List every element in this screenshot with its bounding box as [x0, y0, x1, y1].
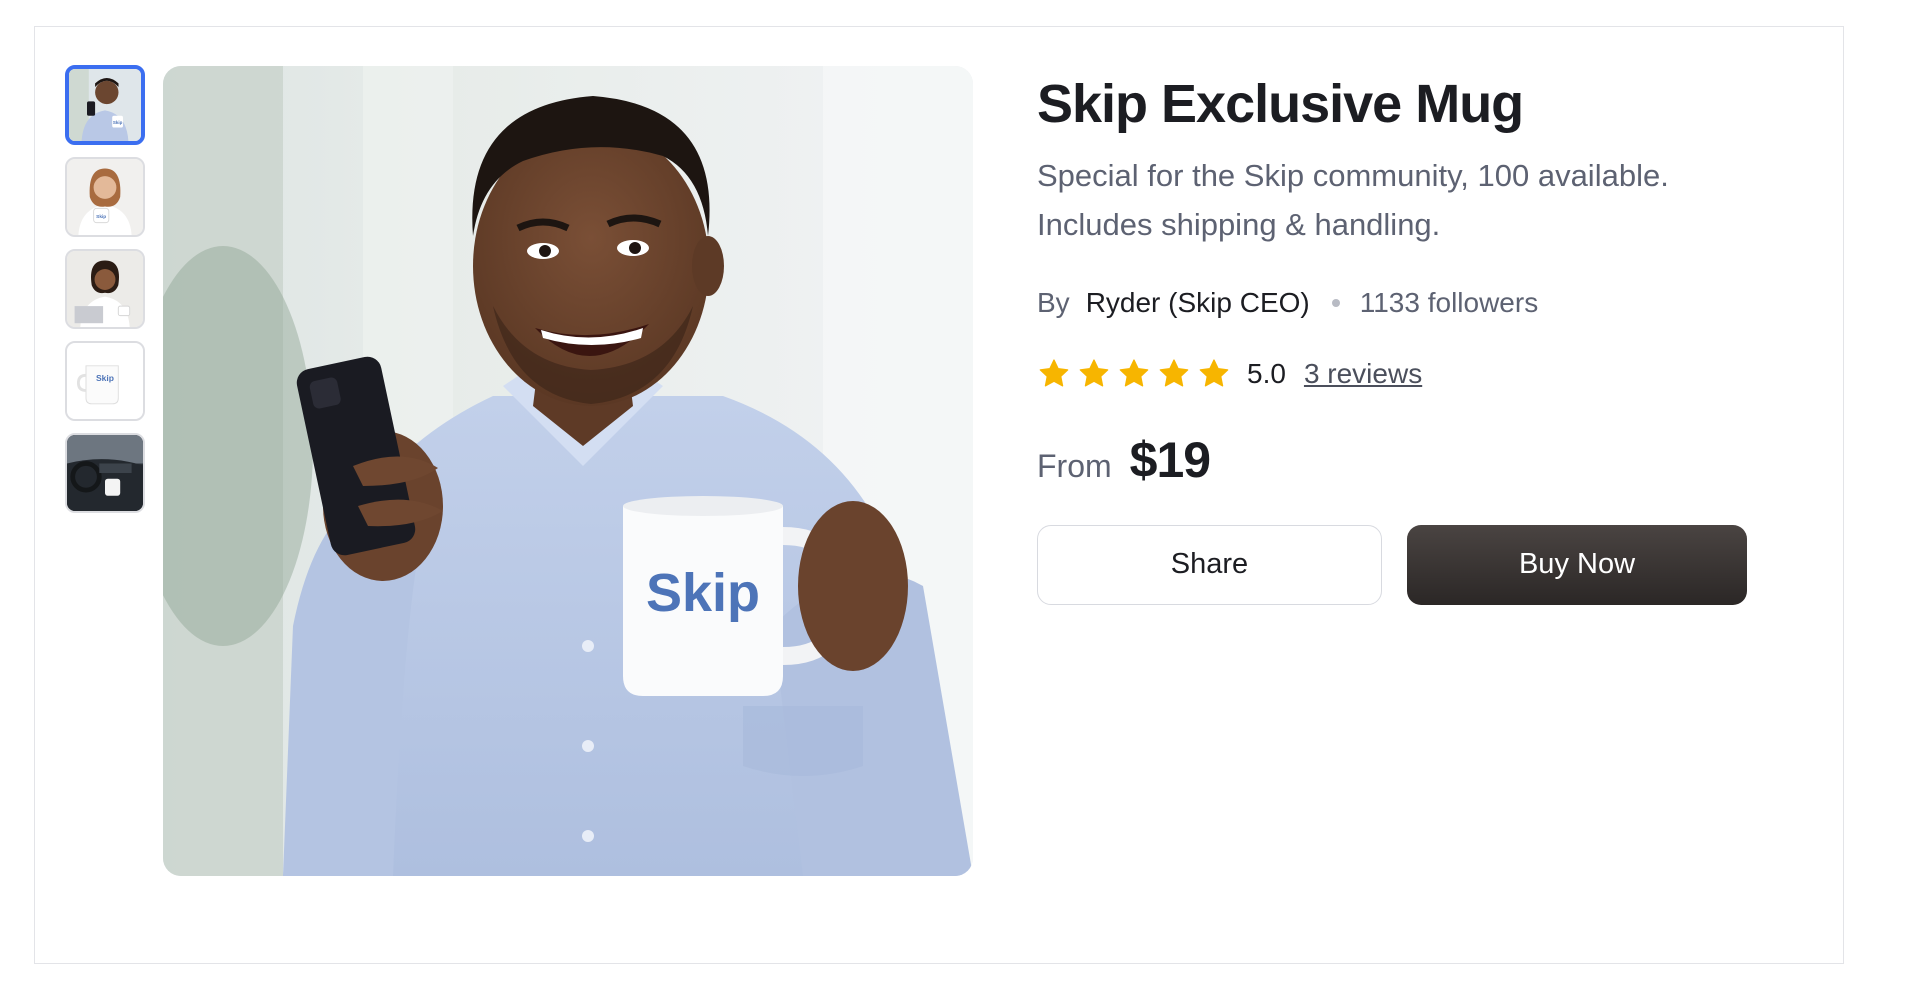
- price-amount: $19: [1129, 431, 1211, 488]
- share-button[interactable]: Share: [1037, 524, 1382, 605]
- separator-dot: [1331, 298, 1340, 307]
- thumbnail-gallery: Skip Skip Skip: [65, 65, 145, 513]
- product-info: Skip Exclusive Mug Special for the Skip …: [1037, 72, 1777, 605]
- product-title: Skip Exclusive Mug: [1037, 74, 1524, 134]
- thumb-mug-logo: Skip: [96, 373, 114, 383]
- thumbnail-4[interactable]: Skip: [65, 341, 145, 421]
- thumbnail-5-image: [67, 435, 143, 511]
- star-icon: [1037, 357, 1071, 391]
- seller-byline: By Ryder (Skip CEO) 1133 followers: [1037, 287, 1777, 319]
- price-prefix: From: [1037, 447, 1112, 484]
- thumb-mug-logo: Skip: [96, 214, 106, 220]
- thumbnail-2[interactable]: Skip: [65, 157, 145, 237]
- thumbnail-2-image: Skip: [67, 159, 143, 235]
- star-icon: [1077, 357, 1111, 391]
- action-buttons: Share Buy Now: [1037, 524, 1777, 605]
- thumbnail-5[interactable]: [65, 433, 145, 513]
- product-description: Special for the Skip community, 100 avai…: [1037, 157, 1669, 242]
- star-icon: [1117, 357, 1151, 391]
- star-icon: [1157, 357, 1191, 391]
- star-rating: [1037, 357, 1231, 391]
- seller-name-link[interactable]: Ryder (Skip CEO): [1086, 287, 1310, 319]
- rating-row: 5.0 3 reviews: [1037, 357, 1777, 391]
- thumbnail-1[interactable]: Skip: [65, 65, 145, 145]
- byline-prefix: By: [1037, 286, 1070, 318]
- follower-count: 1133 followers: [1359, 286, 1539, 318]
- mug-logo: Skip: [646, 563, 760, 623]
- thumbnail-4-image: Skip: [67, 343, 143, 419]
- buy-now-button[interactable]: Buy Now: [1407, 524, 1747, 605]
- price-row: From $19: [1037, 431, 1777, 489]
- reviews-link[interactable]: 3 reviews: [1304, 358, 1422, 390]
- thumbnail-1-image: Skip: [69, 69, 141, 141]
- thumb-mug-logo: Skip: [113, 120, 123, 125]
- thumbnail-3[interactable]: [65, 249, 145, 329]
- thumbnail-3-image: [67, 251, 143, 327]
- star-icon: [1197, 357, 1231, 391]
- product-main-image: Skip: [163, 66, 973, 876]
- rating-value: 5.0: [1247, 357, 1286, 389]
